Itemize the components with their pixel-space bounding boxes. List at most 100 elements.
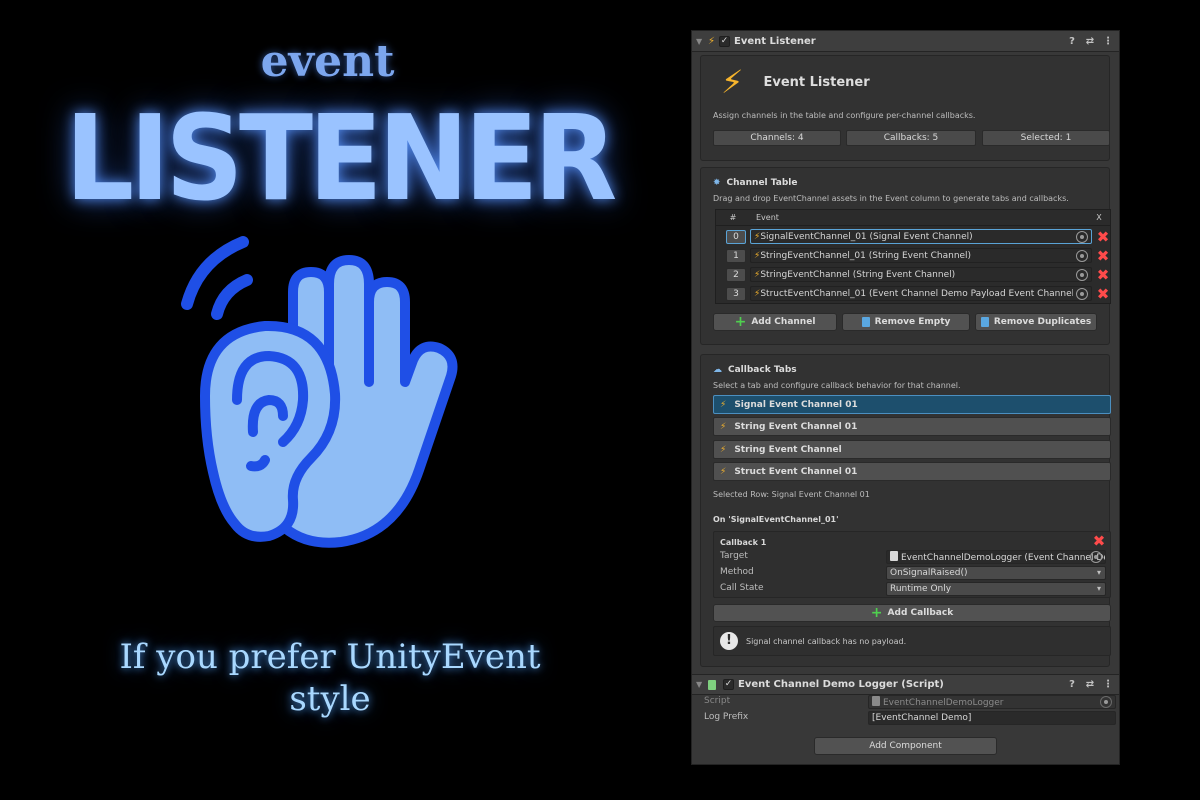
call-state-label: Call State	[720, 583, 764, 593]
remove-empty-label: Remove Empty	[874, 317, 951, 327]
log-prefix-input[interactable]: [EventChannel Demo]	[868, 711, 1116, 725]
event-field-value: SignalEventChannel_01 (Signal Event Chan…	[760, 231, 973, 242]
object-picker-icon[interactable]	[1076, 268, 1088, 281]
channels-count-badge: Channels: 4	[713, 130, 841, 146]
summary-title: Event Listener	[763, 74, 870, 90]
plus-icon: +	[870, 605, 883, 621]
info-message-box: ! Signal channel callback has no payload…	[713, 626, 1111, 656]
object-picker-icon[interactable]	[1076, 230, 1088, 243]
target-object-field[interactable]: EventChannelDemoLogger (Event Channel De…	[886, 550, 1106, 564]
lightning-bolt-icon: ⚡	[708, 35, 716, 47]
remove-callback-x-icon[interactable]: ✖	[1092, 534, 1106, 549]
on-channel-label: On 'SignalEventChannel_01'	[713, 515, 839, 524]
script-value: EventChannelDemoLogger	[883, 698, 1004, 708]
row-index: 3	[726, 286, 746, 301]
channel-table-section: ✸ Channel Table Drag and drop EventChann…	[700, 167, 1111, 345]
object-picker-icon	[1100, 696, 1112, 708]
tab-label: String Event Channel	[734, 444, 842, 455]
event-object-field[interactable]: ⚡ StringEventChannel (String Event Chann…	[750, 267, 1092, 282]
callback-title: Callback 1	[720, 538, 767, 547]
add-component-label: Add Component	[869, 741, 942, 751]
row-index: 2	[726, 267, 746, 282]
method-label: Method	[720, 567, 754, 577]
callback-1-box: Callback 1 ✖ Target EventChannelDemoLogg…	[713, 531, 1111, 598]
component-enabled-checkbox[interactable]: ✓	[723, 679, 734, 690]
component-enabled-checkbox[interactable]: ✓	[719, 35, 731, 47]
ear-hand-icon	[181, 236, 458, 548]
tab-struct-event-channel-01[interactable]: ⚡ Struct Event Channel 01	[713, 462, 1111, 481]
tab-string-event-channel-01[interactable]: ⚡ String Event Channel 01	[713, 417, 1111, 436]
log-prefix-label: Log Prefix	[704, 712, 749, 722]
remove-duplicates-label: Remove Duplicates	[993, 317, 1092, 327]
script-file-icon	[872, 696, 880, 706]
table-icon: ✸	[713, 178, 721, 188]
tab-label: String Event Channel 01	[734, 421, 858, 432]
inspector-panel: ▼ ⚡ ✓ Event Listener ? ⇄ ⋮ ⚡ Event Liste…	[691, 30, 1120, 765]
tabs-icon: ☁	[713, 365, 722, 375]
event-listener-component-header[interactable]: ▼ ⚡ ✓ Event Listener ? ⇄ ⋮	[692, 31, 1119, 52]
callback-tabs-title: Callback Tabs	[728, 365, 797, 375]
table-row[interactable]: 0 ⚡ SignalEventChannel_01 (Signal Event …	[720, 228, 1110, 245]
call-state-dropdown[interactable]: Runtime Only ▾	[886, 582, 1106, 596]
add-callback-button[interactable]: + Add Callback	[713, 604, 1111, 622]
object-picker-icon[interactable]	[1090, 551, 1102, 563]
column-event-header: Event	[756, 213, 779, 222]
lightning-bolt-icon: ⚡	[720, 444, 727, 455]
channel-table: # Event X 0 ⚡ SignalEventChannel_01 (Sig…	[715, 209, 1111, 304]
script-file-icon	[708, 679, 716, 690]
event-field-value: StructEventChannel_01 (Event Channel Dem…	[760, 288, 1073, 299]
row-index: 0	[726, 229, 746, 244]
selected-count-badge: Selected: 1	[982, 130, 1110, 146]
channel-table-title: Channel Table	[726, 178, 798, 188]
lightning-bolt-icon: ⚡	[720, 421, 727, 432]
promo-panel: event LISTENER If you prefer UnityEvent …	[0, 0, 690, 800]
foldout-arrow-icon[interactable]: ▼	[696, 680, 704, 689]
kebab-menu-icon[interactable]: ⋮	[1101, 679, 1115, 690]
remove-empty-button[interactable]: Remove Empty	[842, 313, 970, 331]
lightning-bolt-icon: ⚡	[721, 63, 744, 101]
object-picker-icon[interactable]	[1076, 249, 1088, 262]
help-icon[interactable]: ?	[1065, 679, 1079, 690]
remove-row-x-icon[interactable]: ✖	[1096, 229, 1110, 244]
add-component-button[interactable]: Add Component	[814, 737, 997, 755]
help-icon[interactable]: ?	[1065, 36, 1079, 47]
object-picker-icon[interactable]	[1076, 287, 1088, 300]
table-header: # Event X	[716, 210, 1110, 226]
remove-duplicates-button[interactable]: Remove Duplicates	[975, 313, 1097, 331]
event-object-field[interactable]: ⚡ SignalEventChannel_01 (Signal Event Ch…	[750, 229, 1092, 244]
remove-row-x-icon[interactable]: ✖	[1096, 286, 1110, 301]
promo-tagline: If you prefer UnityEvent style	[0, 636, 660, 720]
trash-icon	[980, 317, 989, 327]
target-label: Target	[720, 551, 748, 561]
event-field-value: StringEventChannel (String Event Channel…	[760, 269, 956, 280]
foldout-arrow-icon[interactable]: ▼	[696, 37, 704, 46]
table-row[interactable]: 1 ⚡ StringEventChannel_01 (String Event …	[720, 247, 1110, 264]
script-file-icon	[890, 551, 898, 561]
tagline-line-1: If you prefer UnityEvent	[119, 637, 541, 677]
kebab-menu-icon[interactable]: ⋮	[1101, 36, 1115, 47]
script-object-field: EventChannelDemoLogger	[868, 695, 1116, 709]
add-channel-button[interactable]: + Add Channel	[713, 313, 837, 331]
tab-label: Struct Event Channel 01	[734, 466, 858, 477]
event-object-field[interactable]: ⚡ StringEventChannel_01 (String Event Ch…	[750, 248, 1092, 263]
tab-string-event-channel[interactable]: ⚡ String Event Channel	[713, 440, 1111, 459]
remove-row-x-icon[interactable]: ✖	[1096, 248, 1110, 263]
callback-tabs-section: ☁ Callback Tabs Select a tab and configu…	[700, 354, 1111, 667]
selected-row-text: Selected Row: Signal Event Channel 01	[713, 490, 870, 499]
tab-signal-event-channel-01[interactable]: ⚡ Signal Event Channel 01	[713, 395, 1111, 414]
script-label: Script	[704, 696, 731, 706]
trash-icon	[861, 317, 870, 327]
preset-sliders-icon[interactable]: ⇄	[1083, 679, 1097, 690]
tab-label: Signal Event Channel 01	[734, 399, 858, 410]
table-row[interactable]: 2 ⚡ StringEventChannel (String Event Cha…	[720, 266, 1110, 283]
chevron-down-icon: ▾	[1096, 568, 1101, 577]
logger-component-header[interactable]: ▼ ✓ Event Channel Demo Logger (Script) ?…	[692, 674, 1119, 695]
method-dropdown[interactable]: OnSignalRaised() ▾	[886, 566, 1106, 580]
column-remove-header: X	[1096, 213, 1102, 222]
remove-row-x-icon[interactable]: ✖	[1096, 267, 1110, 282]
table-row[interactable]: 3 ⚡ StructEventChannel_01 (Event Channel…	[720, 285, 1110, 302]
callbacks-count-badge: Callbacks: 5	[846, 130, 976, 146]
event-object-field[interactable]: ⚡ StructEventChannel_01 (Event Channel D…	[750, 286, 1092, 301]
summary-description: Assign channels in the table and configu…	[713, 111, 976, 120]
preset-sliders-icon[interactable]: ⇄	[1083, 36, 1097, 47]
